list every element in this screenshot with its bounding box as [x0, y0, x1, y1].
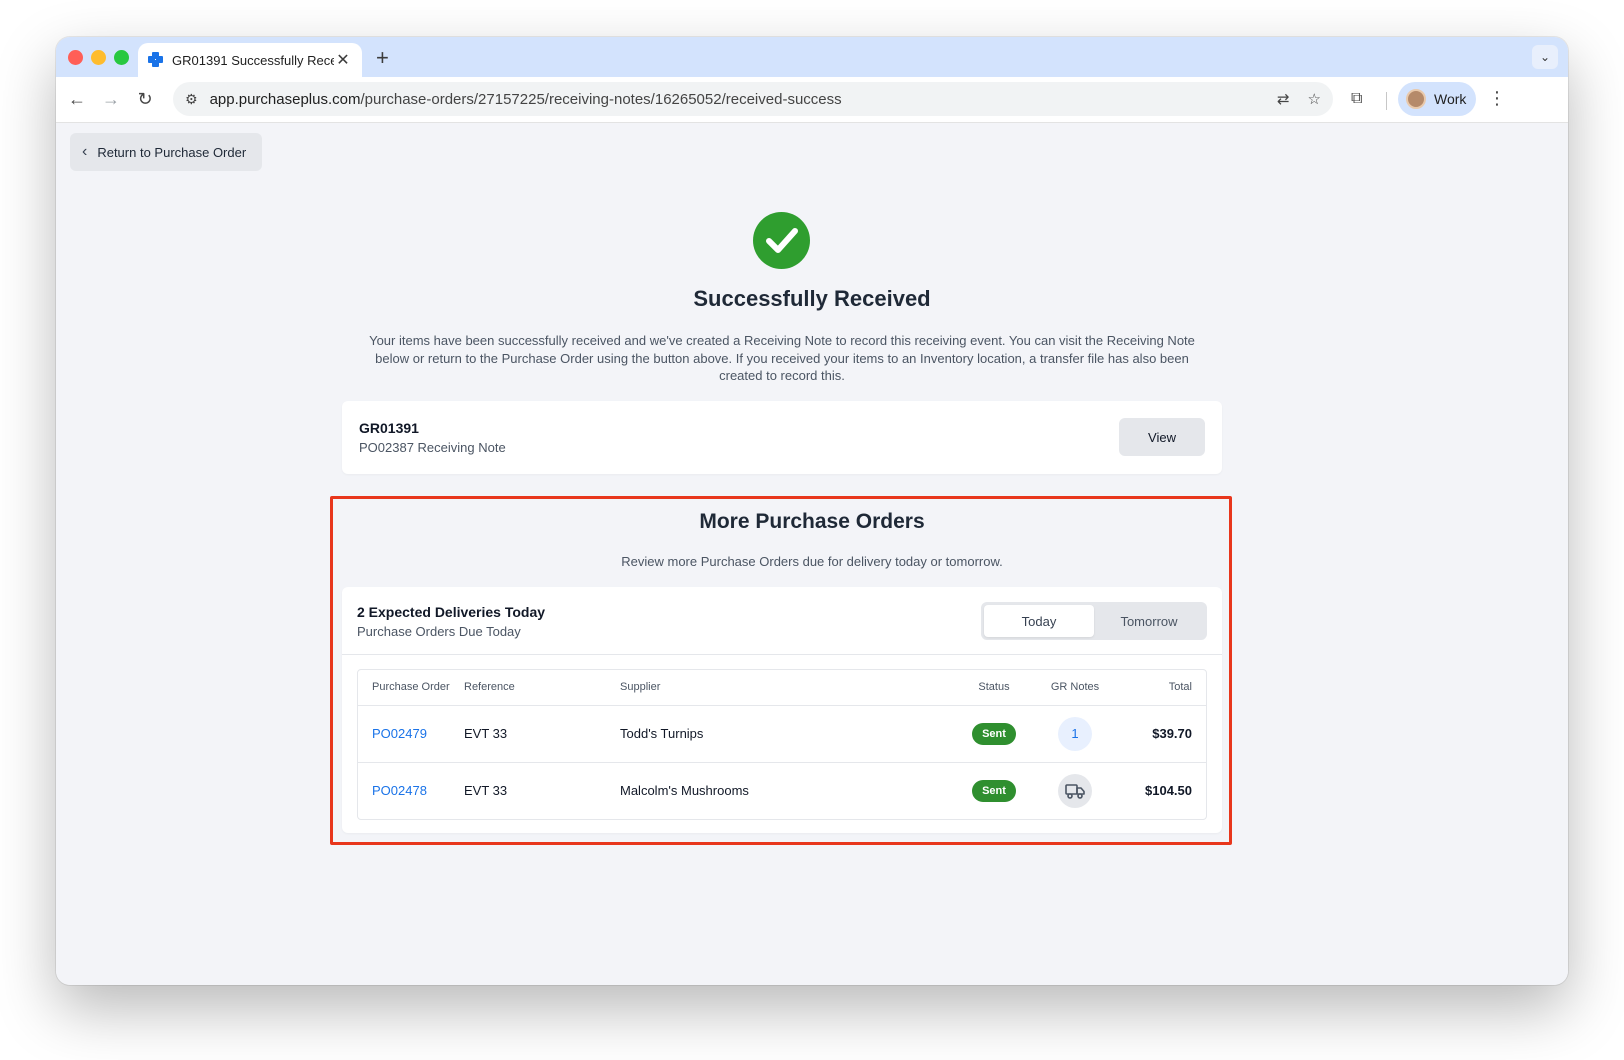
- receive-goods-button[interactable]: [1058, 773, 1092, 808]
- table-header-row: Purchase Order Reference Supplier Status…: [358, 670, 1206, 706]
- tab-tomorrow[interactable]: Tomorrow: [1094, 605, 1204, 637]
- purchase-order-link[interactable]: PO02479: [372, 726, 427, 741]
- tab-today[interactable]: Today: [984, 605, 1094, 637]
- deliveries-header: 2 Expected Deliveries Today Purchase Ord…: [342, 587, 1222, 655]
- total-cell: $39.70: [1118, 705, 1206, 763]
- status-badge: Sent: [972, 722, 1016, 745]
- column-header: Total: [1118, 670, 1206, 706]
- tab-search-button[interactable]: ⌄: [1532, 45, 1558, 69]
- favicon-icon: [148, 52, 164, 68]
- reload-icon[interactable]: ↻: [134, 89, 156, 110]
- page-content: ‹ Return to Purchase Order Successfully …: [56, 123, 1568, 985]
- total-cell: $104.50: [1145, 783, 1192, 799]
- avatar: [1406, 89, 1426, 109]
- maximize-window-button[interactable]: [114, 50, 129, 65]
- minimize-window-button[interactable]: [91, 50, 106, 65]
- view-receiving-note-button[interactable]: View: [1119, 418, 1205, 456]
- browser-window: GR01391 Successfully Receiv ✕ + ⌄ ← → ↻ …: [56, 37, 1568, 985]
- close-tab-icon[interactable]: ✕: [334, 50, 352, 70]
- back-arrow-icon[interactable]: ←: [66, 89, 88, 110]
- column-header: Supplier: [620, 670, 956, 706]
- purchase-orders-table: Purchase Order Reference Supplier Status…: [357, 669, 1207, 820]
- forward-arrow-icon[interactable]: →: [100, 89, 122, 110]
- tab-strip: GR01391 Successfully Receiv ✕ + ⌄: [56, 37, 1568, 77]
- column-header: Status: [956, 670, 1032, 706]
- receiving-note-number: GR01391: [359, 420, 419, 436]
- deliveries-title: 2 Expected Deliveries Today: [357, 604, 546, 620]
- profile-name: Work: [1434, 91, 1467, 107]
- site-settings-icon[interactable]: ⚙: [185, 91, 198, 108]
- supplier-cell: Malcolm's Mushrooms: [620, 783, 749, 799]
- translate-icon[interactable]: ⇄: [1277, 90, 1290, 108]
- reference-cell: EVT 33: [464, 705, 620, 763]
- return-button-label: Return to Purchase Order: [97, 144, 247, 160]
- receiving-note-card: GR01391 PO02387 Receiving Note View: [342, 401, 1222, 474]
- truck-icon: [1065, 783, 1085, 799]
- new-tab-button[interactable]: +: [376, 45, 389, 71]
- more-orders-title: More Purchase Orders: [699, 510, 925, 533]
- browser-toolbar: ← → ↻ ⚙ app.purchaseplus.com/purchase-or…: [56, 77, 1568, 123]
- profile-button[interactable]: Work: [1398, 82, 1476, 116]
- status-badge: Sent: [972, 779, 1016, 802]
- expected-deliveries-card: 2 Expected Deliveries Today Purchase Ord…: [342, 587, 1222, 833]
- column-header: Purchase Order: [358, 670, 464, 706]
- tab-title: GR01391 Successfully Receiv: [172, 52, 334, 68]
- url-text: app.purchaseplus.com/purchase-orders/271…: [209, 90, 842, 108]
- bookmark-star-icon[interactable]: ☆: [1308, 90, 1321, 108]
- receiving-note-subtitle: PO02387 Receiving Note: [359, 440, 506, 455]
- table-row: PO02479 EVT 33 Todd's Turnips Sent 1 $39…: [358, 705, 1206, 763]
- browser-menu-icon[interactable]: ⋮: [1488, 88, 1506, 109]
- purchase-order-link[interactable]: PO02478: [372, 783, 427, 798]
- page-title: Successfully Received: [693, 286, 931, 311]
- return-to-purchase-order-button[interactable]: ‹ Return to Purchase Order: [70, 133, 262, 171]
- chevron-left-icon: ‹: [82, 143, 88, 160]
- gr-notes-count-button[interactable]: 1: [1058, 716, 1092, 751]
- reference-cell: EVT 33: [464, 783, 508, 799]
- page-description: Your items have been successfully receiv…: [369, 333, 1195, 383]
- browser-tab[interactable]: GR01391 Successfully Receiv ✕: [138, 43, 362, 77]
- column-header: GR Notes: [1032, 670, 1118, 706]
- toolbar-divider: [1386, 92, 1387, 110]
- address-bar[interactable]: ⚙ app.purchaseplus.com/purchase-orders/2…: [173, 82, 1333, 116]
- supplier-cell: Todd's Turnips: [620, 705, 956, 763]
- table-row: PO02478 EVT 33 Malcolm's Mushrooms Sent: [358, 762, 1206, 819]
- success-check-icon: [753, 212, 810, 269]
- more-orders-description: Review more Purchase Orders due for deli…: [621, 554, 1003, 569]
- column-header: Reference: [464, 670, 620, 706]
- close-window-button[interactable]: [68, 50, 83, 65]
- deliveries-subtitle: Purchase Orders Due Today: [357, 624, 521, 639]
- extensions-puzzle-icon[interactable]: ⧉: [1351, 90, 1362, 108]
- day-toggle: Today Tomorrow: [981, 602, 1207, 640]
